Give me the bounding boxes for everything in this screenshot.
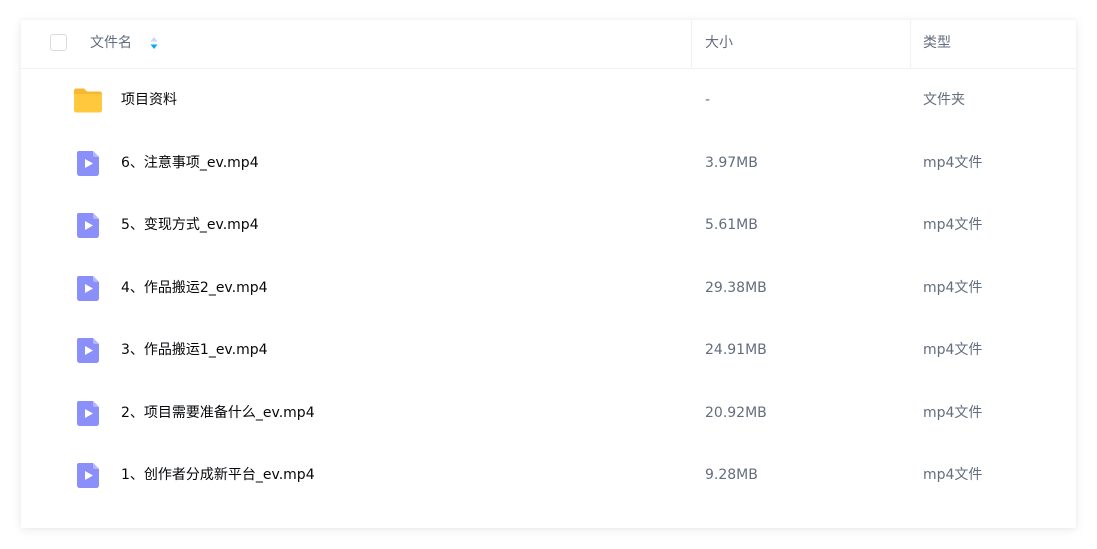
file-type: mp4文件 (923, 342, 983, 358)
file-row[interactable]: 5、变现方式_ev.mp4 5.61MB mp4文件 (21, 194, 1076, 256)
file-size: - (705, 92, 711, 108)
file-name[interactable]: 3、作品搬运1_ev.mp4 (121, 319, 268, 381)
file-type: mp4文件 (923, 405, 983, 421)
file-row[interactable]: 6、注意事项_ev.mp4 3.97MB mp4文件 (21, 132, 1076, 194)
video-file-icon (72, 335, 104, 365)
file-size: 29.38MB (705, 280, 767, 296)
file-name[interactable]: 1、创作者分成新平台_ev.mp4 (121, 444, 315, 506)
file-row[interactable]: 2、项目需要准备什么_ev.mp4 20.92MB mp4文件 (21, 382, 1076, 444)
video-file-icon (72, 273, 104, 303)
file-size: 5.61MB (705, 217, 758, 233)
column-divider[interactable] (691, 20, 692, 68)
file-name[interactable]: 5、变现方式_ev.mp4 (121, 194, 259, 256)
file-name[interactable]: 6、注意事项_ev.mp4 (121, 132, 259, 194)
file-list-header: 文件名 大小 类型 (21, 20, 1076, 69)
file-type: mp4文件 (923, 217, 983, 233)
file-list-panel: 文件名 大小 类型 项目资料 - 文件夹 6、注意事项_ev.mp4 3.97MB mp… (21, 20, 1076, 528)
file-name[interactable]: 2、项目需要准备什么_ev.mp4 (121, 382, 315, 444)
sort-icon[interactable] (149, 36, 159, 50)
file-row[interactable]: 4、作品搬运2_ev.mp4 29.38MB mp4文件 (21, 257, 1076, 319)
column-header-name[interactable]: 文件名 (90, 20, 132, 68)
column-header-size[interactable]: 大小 (705, 20, 733, 68)
file-row[interactable]: 1、创作者分成新平台_ev.mp4 9.28MB mp4文件 (21, 444, 1076, 506)
file-name[interactable]: 4、作品搬运2_ev.mp4 (121, 257, 268, 319)
column-divider[interactable] (910, 20, 911, 68)
file-row[interactable]: 3、作品搬运1_ev.mp4 24.91MB mp4文件 (21, 319, 1076, 381)
file-type: mp4文件 (923, 155, 983, 171)
select-all-checkbox[interactable] (50, 34, 67, 51)
column-header-type[interactable]: 类型 (923, 20, 951, 68)
file-size: 24.91MB (705, 342, 767, 358)
file-row[interactable]: 项目资料 - 文件夹 (21, 69, 1076, 131)
file-type: mp4文件 (923, 467, 983, 483)
folder-icon (72, 85, 104, 115)
video-file-icon (72, 460, 104, 490)
file-size: 9.28MB (705, 467, 758, 483)
video-file-icon (72, 398, 104, 428)
video-file-icon (72, 210, 104, 240)
file-type: mp4文件 (923, 280, 983, 296)
file-size: 20.92MB (705, 405, 767, 421)
video-file-icon (72, 148, 104, 178)
file-name[interactable]: 项目资料 (121, 69, 177, 131)
file-type: 文件夹 (923, 92, 965, 108)
file-size: 3.97MB (705, 155, 758, 171)
